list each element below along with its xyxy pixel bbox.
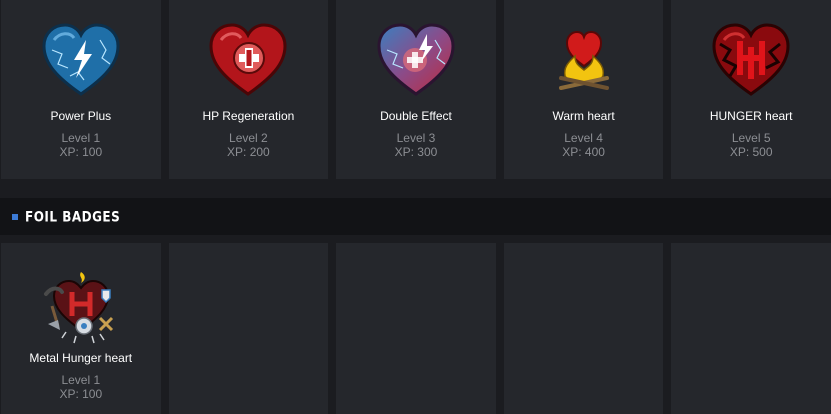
badge-card-hp-regeneration[interactable]: HP Regeneration Level 2 XP: 200 xyxy=(168,0,329,179)
badge-name: Warm heart xyxy=(552,109,615,123)
badge-level: Level 4 xyxy=(564,131,603,145)
metal-hunger-heart-icon xyxy=(43,272,113,344)
badge-xp: XP: 100 xyxy=(59,387,103,401)
power-plus-heart-icon xyxy=(42,23,120,96)
foil-badge-row: Metal Hunger heart Level 1 XP: 100 xyxy=(0,243,831,414)
badge-xp: XP: 400 xyxy=(562,145,605,159)
double-effect-heart-icon xyxy=(377,23,455,96)
badge-card-double-effect[interactable]: Double Effect Level 3 XP: 300 xyxy=(336,0,496,179)
badge-name: Double Effect xyxy=(380,109,452,123)
foil-badges-header: FOIL BADGES xyxy=(0,198,831,235)
badge-xp: XP: 200 xyxy=(227,145,270,159)
badge-name: HUNGER heart xyxy=(709,109,793,123)
badge-level: Level 2 xyxy=(229,131,268,145)
badge-card-metal-hunger-heart[interactable]: Metal Hunger heart Level 1 XP: 100 xyxy=(1,243,161,414)
badge-card-hunger-heart[interactable]: HUNGER heart Level 5 XP: 500 xyxy=(671,0,831,179)
hunger-heart-icon xyxy=(712,23,790,96)
badge-xp: XP: 500 xyxy=(729,145,773,159)
badge-level: Level 1 xyxy=(61,131,101,145)
badge-level: Level 5 xyxy=(731,131,771,145)
hp-regeneration-heart-icon xyxy=(209,23,287,96)
warm-heart-campfire-icon xyxy=(558,30,609,90)
section-title: FOIL BADGES xyxy=(25,208,121,225)
section-marker xyxy=(12,213,18,220)
badge-name: Metal Hunger heart xyxy=(29,351,133,365)
badge-level: Level 1 xyxy=(61,373,101,387)
badge-row: Power Plus Level 1 XP: 100 HP Regenerati… xyxy=(0,0,831,179)
empty-badge-slot xyxy=(503,243,664,414)
empty-badge-slot xyxy=(336,243,496,414)
badge-name: Power Plus xyxy=(50,109,112,123)
badge-level: Level 3 xyxy=(396,131,436,145)
badge-xp: XP: 300 xyxy=(394,145,438,159)
badge-xp: XP: 100 xyxy=(59,145,103,159)
badge-card-power-plus[interactable]: Power Plus Level 1 XP: 100 xyxy=(1,0,161,179)
empty-badge-slot xyxy=(168,243,329,414)
badge-card-warm-heart[interactable]: Warm heart Level 4 XP: 400 xyxy=(503,0,664,179)
badge-name: HP Regeneration xyxy=(202,109,295,123)
empty-badge-slot xyxy=(671,243,831,414)
